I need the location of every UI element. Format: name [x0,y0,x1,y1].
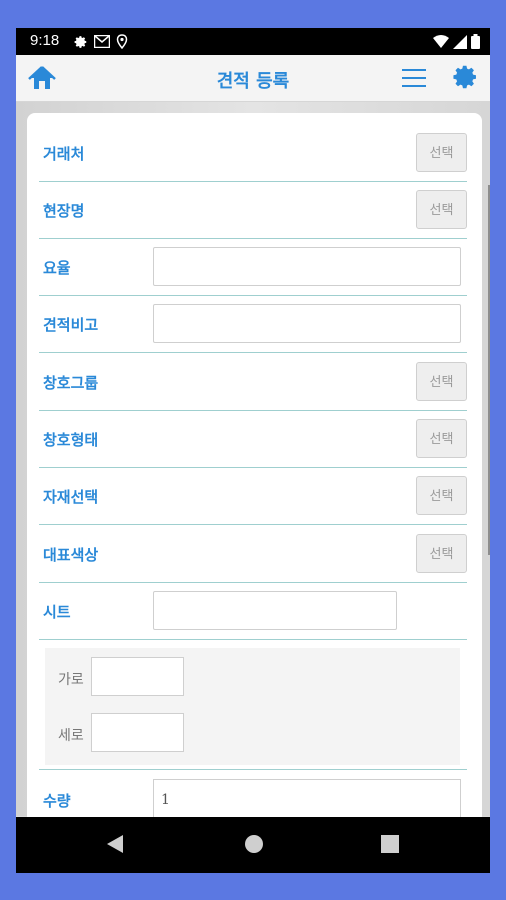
rate-input[interactable] [153,247,461,286]
row-label: 시트 [43,603,71,621]
quantity-input[interactable]: 1 [153,779,461,821]
row-label: 거래처 [43,145,85,163]
size-box: 가로 세로 [45,648,460,765]
row-label: 자재선택 [43,488,99,506]
gmail-icon [94,35,110,48]
row-site-name: 현장명 선택 [39,182,467,239]
select-button[interactable]: 선택 [416,190,467,229]
row-window-type: 창호형태 선택 [39,411,467,468]
back-icon[interactable] [106,834,124,854]
row-rate: 요율 [39,239,467,296]
status-bar: 9:18 [16,28,490,55]
signal-icon [453,34,467,49]
row-label: 대표색상 [43,546,99,564]
navigation-bar [16,817,490,873]
row-main-color: 대표색상 선택 [39,526,467,583]
content-area: 거래처 선택 현장명 선택 요율 견적비고 창호그룹 선택 창호형태 선택 자재… [16,102,490,833]
row-label: 수량 [43,792,71,810]
battery-icon [471,34,480,49]
height-label: 세로 [58,728,84,744]
sheet-input[interactable] [153,591,397,630]
row-window-group: 창호그룹 선택 [39,354,467,411]
select-button[interactable]: 선택 [416,362,467,401]
gear-icon [74,35,87,48]
scrollbar[interactable] [488,185,490,555]
row-label: 견적비고 [43,316,99,334]
row-client: 거래처 선택 [39,125,467,182]
row-label: 현장명 [43,202,85,220]
location-icon [116,34,128,49]
height-input[interactable] [91,713,184,752]
recents-icon[interactable] [381,834,399,854]
select-button[interactable]: 선택 [416,534,467,573]
select-button[interactable]: 선택 [416,133,467,172]
row-quote-note: 견적비고 [39,296,467,353]
phone-frame: 9:18 견적 등록 거래처 선택 현장명 선택 요율 견적비고 창호그룹 선택… [16,28,490,873]
menu-icon[interactable] [402,67,426,89]
quote-note-input[interactable] [153,304,461,343]
select-button[interactable]: 선택 [416,476,467,515]
gear-icon[interactable] [453,64,479,90]
width-input[interactable] [91,657,184,696]
row-label: 요율 [43,259,71,277]
row-material: 자재선택 선택 [39,468,467,525]
status-time: 9:18 [30,32,60,49]
row-label: 창호그룹 [43,374,99,392]
width-label: 가로 [58,672,84,688]
form-card: 거래처 선택 현장명 선택 요율 견적비고 창호그룹 선택 창호형태 선택 자재… [27,113,482,833]
row-sheet: 시트 [39,583,467,640]
wifi-icon [433,34,449,48]
row-label: 창호형태 [43,431,99,449]
app-bar: 견적 등록 [16,55,490,102]
home-circle-icon[interactable] [244,834,264,854]
select-button[interactable]: 선택 [416,419,467,458]
